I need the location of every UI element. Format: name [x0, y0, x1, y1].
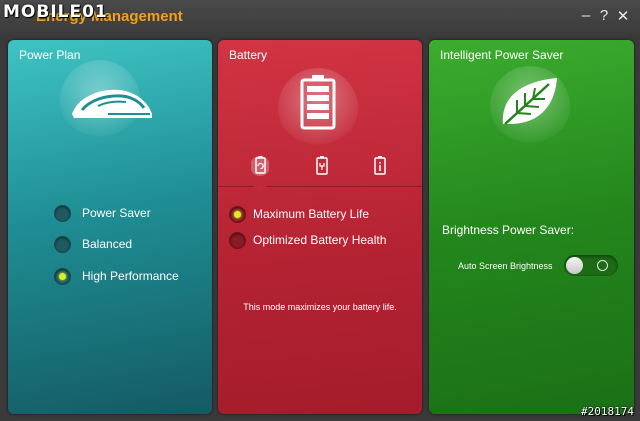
battery-info-icon[interactable] — [371, 154, 389, 176]
tab-underline — [218, 186, 422, 187]
title-bar: Energy Management MOBILE01 – ? ✕ — [0, 0, 640, 36]
high-performance-radio[interactable] — [54, 267, 71, 285]
battery-plug-icon[interactable] — [313, 154, 331, 176]
maximum-battery-life-radio[interactable] — [229, 205, 246, 223]
power-saver-radio[interactable] — [54, 204, 71, 222]
optimized-battery-health-option[interactable]: Optimized Battery Health — [229, 231, 386, 249]
help-button[interactable]: ? — [596, 7, 612, 24]
image-id-badge: #2018174 — [581, 405, 634, 418]
battery-title: Battery — [229, 48, 268, 62]
battery-refresh-icon[interactable] — [251, 154, 269, 176]
leaf-icon — [502, 78, 557, 125]
balanced-label: Balanced — [82, 237, 133, 251]
battery-panel: Battery Maximum Battery Life Optimized B… — [218, 40, 422, 414]
power-saver-option[interactable]: Power Saver — [54, 204, 151, 222]
toggle-knob[interactable] — [566, 257, 583, 274]
watermark-logo: MOBILE01 — [3, 2, 108, 22]
toggle-off-indicator-icon — [597, 260, 608, 271]
active-tab-pointer — [253, 186, 267, 192]
power-saver-label: Power Saver — [82, 206, 151, 220]
power-plan-title: Power Plan — [19, 48, 81, 62]
minimize-button[interactable]: – — [578, 7, 594, 24]
optimized-battery-health-radio[interactable] — [229, 231, 246, 249]
auto-screen-brightness-toggle[interactable] — [564, 255, 618, 276]
power-plan-panel: Power Plan Power Saver Balanced High Per… — [8, 40, 212, 414]
high-performance-label: High Performance — [82, 269, 179, 283]
maximum-battery-life-option[interactable]: Maximum Battery Life — [229, 205, 369, 223]
optimized-battery-health-label: Optimized Battery Health — [253, 233, 387, 247]
battery-full-icon — [300, 75, 336, 130]
brightness-power-saver-title: Brightness Power Saver: — [442, 223, 575, 237]
intelligent-power-saver-panel: Intelligent Power Saver Brightness Power… — [429, 40, 634, 414]
maximum-battery-life-label: Maximum Battery Life — [253, 207, 370, 221]
high-performance-option[interactable]: High Performance — [54, 267, 179, 285]
speeding-train-icon — [72, 89, 152, 118]
balanced-radio[interactable] — [54, 235, 71, 253]
balanced-option[interactable]: Balanced — [54, 235, 132, 253]
auto-screen-brightness-label: Auto Screen Brightness — [458, 261, 553, 271]
intelligent-power-saver-title: Intelligent Power Saver — [440, 48, 564, 62]
close-button[interactable]: ✕ — [615, 7, 631, 25]
mode-description: This mode maximizes your battery life. — [243, 302, 397, 312]
